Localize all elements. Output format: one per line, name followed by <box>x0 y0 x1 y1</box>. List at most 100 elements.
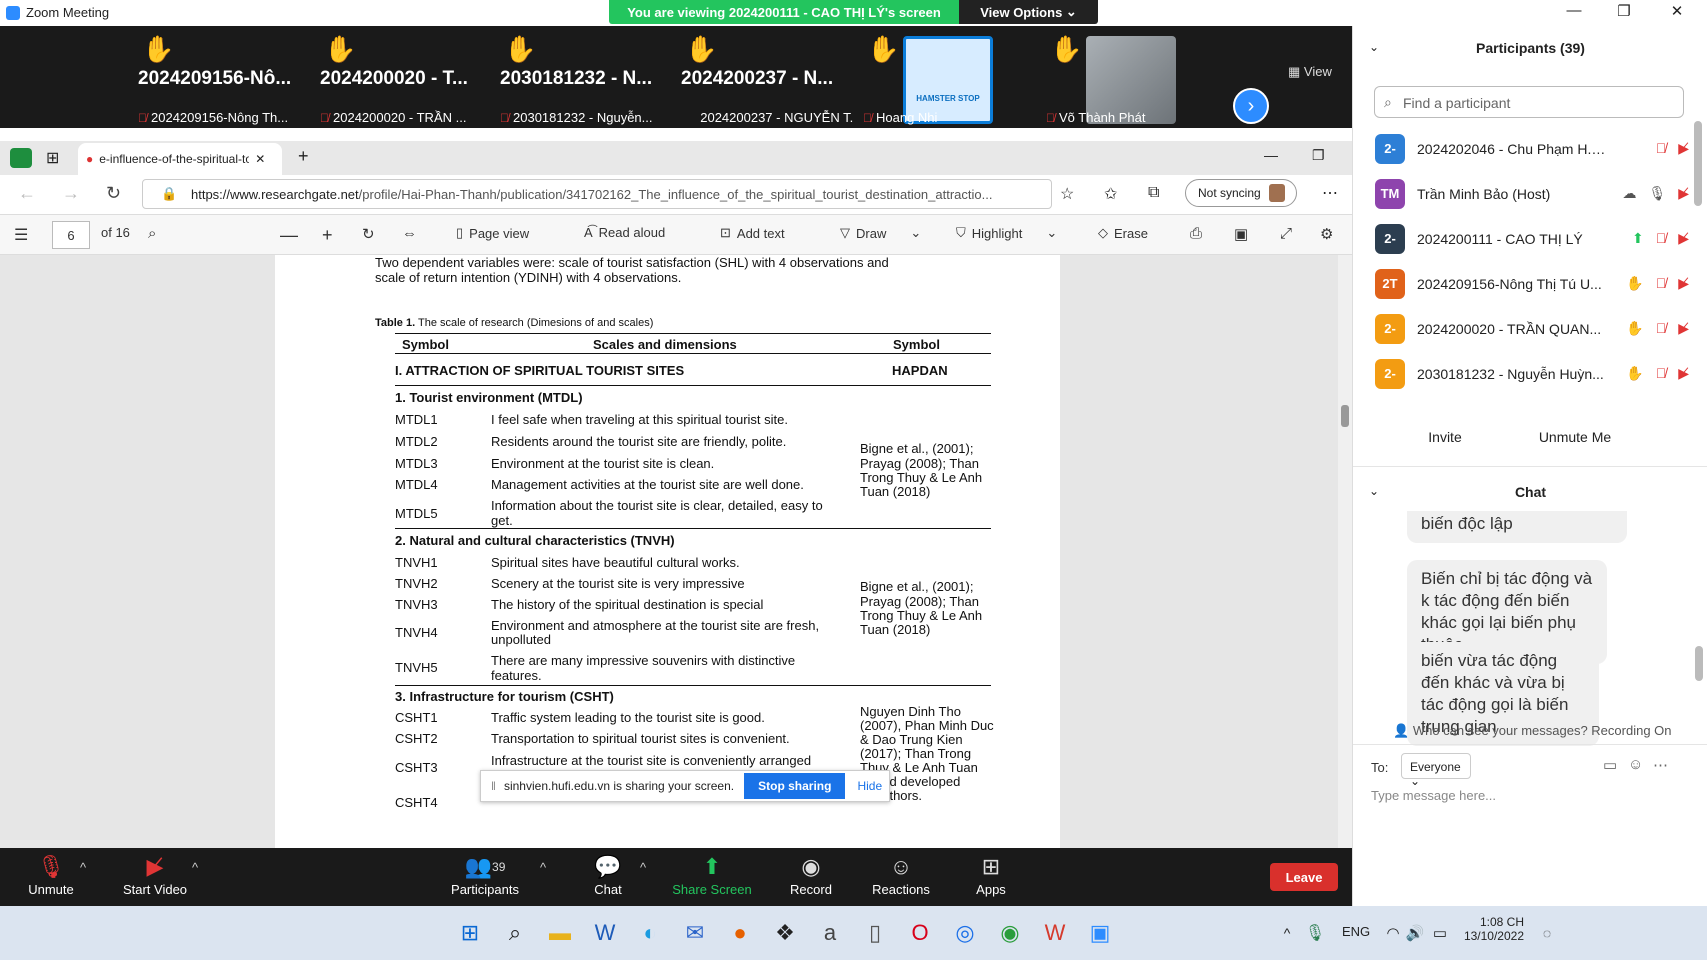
more-icon[interactable]: ⋯ <box>1653 756 1668 774</box>
add-text-button[interactable]: ⊡ Add text <box>720 225 785 241</box>
save-icon[interactable]: ▣ <box>1234 225 1248 243</box>
amazon-icon[interactable]: a <box>815 918 845 948</box>
chevron-up-icon[interactable]: ^ <box>1272 918 1302 948</box>
document-icon[interactable]: ▯ <box>860 918 890 948</box>
highlight-button[interactable]: ⛉ Highlight ⌄ <box>956 225 1057 241</box>
notification-icon[interactable]: ◌ <box>1532 918 1562 948</box>
dropbox-icon[interactable]: ❖ <box>770 918 800 948</box>
emoji-icon[interactable]: ☺ <box>1628 756 1643 773</box>
fit-page-icon[interactable]: ⇔ <box>402 225 417 242</box>
restore-icon[interactable]: ❐ <box>1312 147 1325 164</box>
wps-icon[interactable]: W <box>1040 918 1070 948</box>
minimize-icon[interactable]: — <box>1562 2 1586 19</box>
zalo-icon[interactable]: ◎ <box>950 918 980 948</box>
restore-icon[interactable]: ❐ <box>1612 2 1636 20</box>
participants-scrollbar[interactable] <box>1694 121 1702 206</box>
edge-icon[interactable]: ◐ <box>635 918 665 948</box>
participant-row[interactable]: 2- 2024200111 - CAO THỊ LÝ ⬆ 🎙̸ ▶̸ <box>1353 216 1693 261</box>
search-icon[interactable]: ⌕ <box>500 918 530 948</box>
pdf-viewport[interactable]: Two dependent variables were: scale of t… <box>0 255 1352 848</box>
start-video-button[interactable]: ▶̸ Start Video <box>110 852 200 897</box>
zoom-in-icon[interactable]: + <box>322 225 333 246</box>
language-indicator[interactable]: ENG <box>1342 924 1370 939</box>
sync-button[interactable]: Not syncing <box>1185 179 1297 207</box>
search-icon[interactable]: ⌕ <box>148 225 156 242</box>
workspaces-icon[interactable]: ⊞ <box>46 148 59 168</box>
video-tile[interactable]: ✋ HAMSTER STOP 🎙̸ Hoang Nhi <box>857 26 1035 128</box>
view-button[interactable]: ▦ View <box>1288 64 1332 80</box>
page-number-input[interactable]: 6 <box>52 221 90 249</box>
pdf-scrollbar[interactable] <box>1338 255 1352 848</box>
chevron-up-icon[interactable]: ^ <box>80 860 86 875</box>
chrome-icon[interactable]: ◉ <box>995 918 1025 948</box>
close-icon[interactable]: ✕ <box>1665 2 1689 20</box>
collections-icon[interactable]: ⧉ <box>1148 184 1159 202</box>
contents-icon[interactable]: ☰ <box>14 225 28 245</box>
video-tile[interactable]: ✋ 2024209156-Nô... 🎙̸ 2024209156-Nông Th.… <box>132 26 310 128</box>
participant-row[interactable]: 2T 2024209156-Nông Thị Tú U... ✋ 🎙̸ ▶̸ <box>1353 261 1693 306</box>
participant-row[interactable]: 2- 2030181232 - Nguyễn Huỳn... ✋ 🎙̸ ▶̸ <box>1353 351 1693 396</box>
settings-icon[interactable]: ⚙ <box>1320 225 1333 243</box>
word-icon[interactable]: W <box>590 918 620 948</box>
forward-icon[interactable]: → <box>62 183 80 204</box>
leave-button[interactable]: Leave <box>1270 863 1338 891</box>
video-tile[interactable]: ✋ 🎙̸ Võ Thành Phát <box>1040 26 1218 128</box>
zoom-out-icon[interactable]: — <box>280 225 298 246</box>
favorite-add-icon[interactable]: ☆ <box>1060 184 1074 204</box>
url-field[interactable]: 🔒 https://www.researchgate.net/profile/H… <box>142 179 1052 209</box>
next-page-button[interactable]: › <box>1233 88 1269 124</box>
new-tab-icon[interactable]: + <box>298 146 309 167</box>
erase-button[interactable]: ◇ Erase <box>1098 225 1148 241</box>
who-can-see-link[interactable]: 👤 Who can see your messages? Recording O… <box>1393 723 1672 739</box>
file-explorer-icon[interactable]: ▬ <box>545 918 575 948</box>
shield-icon[interactable] <box>10 148 32 168</box>
participants-button[interactable]: 👥39 Participants <box>440 852 530 897</box>
participant-search-input[interactable]: ⌕ Find a participant <box>1374 86 1684 118</box>
apps-button[interactable]: ⊞ Apps <box>946 852 1036 897</box>
recipient-select[interactable]: Everyone ⌄ <box>1401 753 1471 788</box>
view-options-button[interactable]: View Options ⌄ <box>959 0 1098 24</box>
draw-button[interactable]: ▽ Draw ⌄ <box>840 225 921 241</box>
refresh-icon[interactable]: ↻ <box>106 183 121 204</box>
windows-start-icon[interactable]: ⊞ <box>455 918 485 948</box>
chat-scrollbar[interactable] <box>1695 646 1703 681</box>
unmute-me-button[interactable]: Unmute Me <box>1523 422 1627 452</box>
file-icon[interactable]: ▭ <box>1603 756 1617 774</box>
rotate-icon[interactable]: ↻ <box>362 225 375 243</box>
minimize-icon[interactable]: — <box>1264 147 1278 163</box>
firefox-icon[interactable]: ● <box>725 918 755 948</box>
print-icon[interactable]: ⎙ <box>1190 225 1202 242</box>
more-icon[interactable]: ⋯ <box>1322 183 1338 203</box>
video-tile[interactable]: ✋ 2024200237 - N... 🎙2024200237 - NGUYỄN… <box>675 26 853 128</box>
invite-button[interactable]: Invite <box>1413 422 1477 452</box>
chevron-up-icon[interactable]: ^ <box>640 860 646 875</box>
microphone-icon[interactable]: 🎙 <box>1300 918 1330 948</box>
stop-sharing-button[interactable]: Stop sharing <box>744 773 846 799</box>
battery-icon[interactable]: ▭ <box>1425 918 1455 948</box>
back-icon[interactable]: ← <box>18 183 36 204</box>
title-bar: Zoom Meeting You are viewing 2024200111 … <box>0 0 1707 26</box>
chevron-up-icon[interactable]: ^ <box>192 860 198 875</box>
browser-tab[interactable]: ● e-influence-of-the-spiritual-to ✕ <box>78 143 282 175</box>
read-aloud-button[interactable]: A͡ Read aloud <box>584 225 665 240</box>
share-screen-button[interactable]: ⬆ Share Screen <box>667 852 757 897</box>
mail-icon[interactable]: ✉ <box>680 918 710 948</box>
favorites-icon[interactable]: ✩ <box>1104 184 1117 204</box>
fullscreen-icon[interactable]: ⤢ <box>1280 225 1292 242</box>
participant-row[interactable]: TM Trần Minh Bảo (Host) ☁ 🎙 ▶̸ <box>1353 171 1693 216</box>
video-tile[interactable]: ✋ 2030181232 - N... 🎙̸ 2030181232 - Nguyễ… <box>494 26 672 128</box>
reactions-button[interactable]: ☺ Reactions <box>856 852 946 897</box>
opera-icon[interactable]: O <box>905 918 935 948</box>
page-view-button[interactable]: ▯ Page view <box>456 225 529 241</box>
participant-row[interactable]: 2- 2024202046 - Chu Phạm H... (Me) 🎙̸▶̸ <box>1353 126 1693 171</box>
scroll-thumb[interactable] <box>1341 405 1349 427</box>
record-button[interactable]: ◉ Record <box>766 852 856 897</box>
chevron-up-icon[interactable]: ^ <box>540 860 546 875</box>
clock[interactable]: 1:08 CH 13/10/2022 <box>1462 915 1524 943</box>
video-tile[interactable]: ✋ 2024200020 - T... 🎙̸ 2024200020 - TRẦN … <box>314 26 492 128</box>
chat-input[interactable]: Type message here... <box>1371 788 1496 803</box>
hide-button[interactable]: Hide <box>857 779 882 793</box>
zoom-taskbar-icon[interactable]: ▣ <box>1085 918 1115 948</box>
drag-handle-icon[interactable]: ‖ <box>491 779 496 793</box>
participant-row[interactable]: 2- 2024200020 - TRẦN QUAN... ✋ 🎙̸ ▶̸ <box>1353 306 1693 351</box>
